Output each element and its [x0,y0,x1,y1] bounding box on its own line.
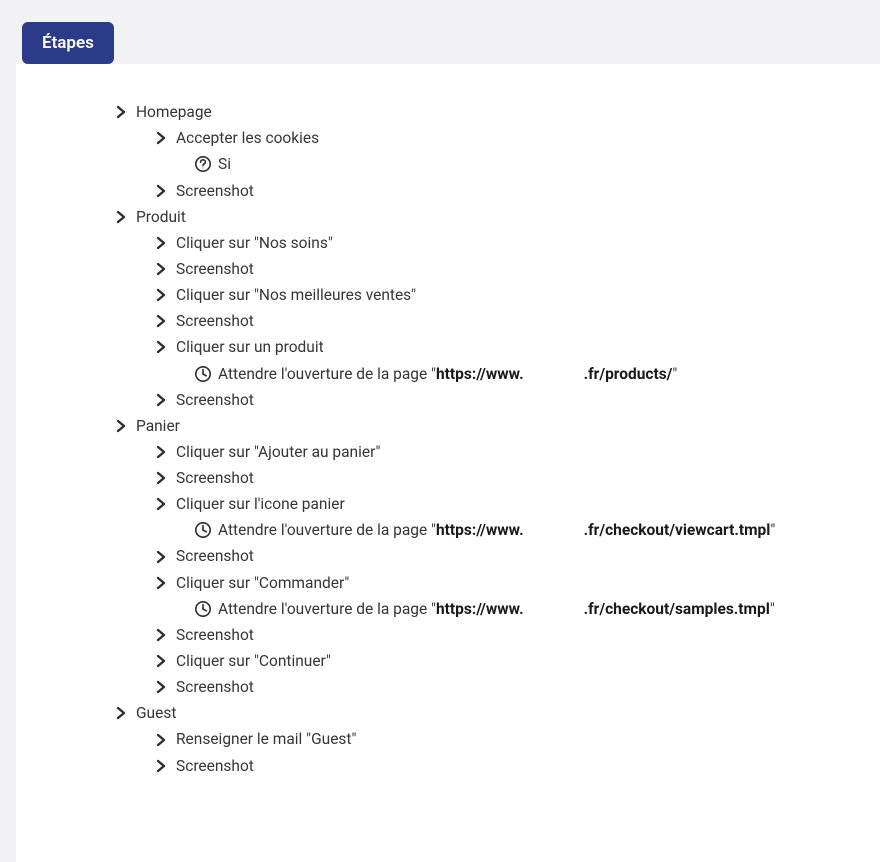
chevron-right-icon [114,105,128,119]
chevron-right-icon [154,393,168,407]
clock-icon [194,600,212,618]
step-guest[interactable]: Guest [96,703,880,723]
chevron-right-icon [154,654,168,668]
step-label: Accepter les cookies [176,128,319,148]
step-label: Screenshot [176,756,254,776]
step-label: Cliquer sur "Continuer" [176,651,331,671]
step-wait-page-products[interactable]: Attendre l'ouverture de la page "https:/… [96,364,880,384]
step-label: Screenshot [176,625,254,645]
step-accept-cookies[interactable]: Accepter les cookies [96,128,880,148]
step-wait-page-viewcart[interactable]: Attendre l'ouverture de la page "https:/… [96,520,880,540]
step-label: Attendre l'ouverture de la page "https:/… [218,520,775,540]
step-label: Screenshot [176,546,254,566]
chevron-right-icon [154,550,168,564]
step-renseigner-mail[interactable]: Renseigner le mail "Guest" [96,729,880,749]
step-label: Cliquer sur "Nos soins" [176,233,333,253]
step-label: Screenshot [176,390,254,410]
step-label: Screenshot [176,259,254,279]
chevron-right-icon [154,184,168,198]
step-label: Attendre l'ouverture de la page "https:/… [218,364,677,384]
chevron-right-icon [154,471,168,485]
clock-icon [194,365,212,383]
step-label: Produit [136,207,186,227]
step-label: Cliquer sur "Ajouter au panier" [176,442,380,462]
chevron-right-icon [114,706,128,720]
step-label: Renseigner le mail "Guest" [176,729,356,749]
chevron-right-icon [154,236,168,250]
step-click-meilleures-ventes[interactable]: Cliquer sur "Nos meilleures ventes" [96,285,880,305]
step-label: Cliquer sur l'icone panier [176,494,345,514]
step-label: Homepage [136,102,212,122]
chevron-right-icon [154,288,168,302]
step-label: Panier [136,416,180,436]
step-screenshot[interactable]: Screenshot [96,756,880,776]
step-panier[interactable]: Panier [96,416,880,436]
step-screenshot[interactable]: Screenshot [96,625,880,645]
step-screenshot[interactable]: Screenshot [96,181,880,201]
step-label: Cliquer sur un produit [176,337,324,357]
step-condition-si[interactable]: Si [96,154,880,174]
step-label: Si [218,154,231,174]
tab-label: Étapes [42,33,94,53]
step-screenshot[interactable]: Screenshot [96,390,880,410]
step-label: Cliquer sur "Commander" [176,573,349,593]
chevron-right-icon [114,210,128,224]
chevron-right-icon [154,680,168,694]
step-click-nos-soins[interactable]: Cliquer sur "Nos soins" [96,233,880,253]
chevron-right-icon [154,131,168,145]
step-label: Guest [136,703,176,723]
step-click-produit[interactable]: Cliquer sur un produit [96,337,880,357]
steps-tree: Homepage Accepter les cookies Si Screens… [16,64,880,862]
step-click-icone-panier[interactable]: Cliquer sur l'icone panier [96,494,880,514]
step-click-continuer[interactable]: Cliquer sur "Continuer" [96,651,880,671]
step-click-ajouter-panier[interactable]: Cliquer sur "Ajouter au panier" [96,442,880,462]
step-label: Screenshot [176,677,254,697]
chevron-right-icon [154,262,168,276]
chevron-right-icon [154,445,168,459]
step-label: Screenshot [176,468,254,488]
step-screenshot[interactable]: Screenshot [96,468,880,488]
tab-etapes[interactable]: Étapes [22,22,114,64]
chevron-right-icon [154,314,168,328]
chevron-right-icon [154,576,168,590]
question-icon [194,155,212,173]
step-label: Screenshot [176,311,254,331]
clock-icon [194,521,212,539]
chevron-right-icon [114,419,128,433]
chevron-right-icon [154,628,168,642]
step-screenshot[interactable]: Screenshot [96,259,880,279]
step-homepage[interactable]: Homepage [96,102,880,122]
step-screenshot[interactable]: Screenshot [96,677,880,697]
step-produit[interactable]: Produit [96,207,880,227]
step-screenshot[interactable]: Screenshot [96,546,880,566]
step-wait-page-samples[interactable]: Attendre l'ouverture de la page "https:/… [96,599,880,619]
step-label: Cliquer sur "Nos meilleures ventes" [176,285,416,305]
tab-bar: Étapes [8,8,880,64]
chevron-right-icon [154,759,168,773]
step-click-commander[interactable]: Cliquer sur "Commander" [96,573,880,593]
step-screenshot[interactable]: Screenshot [96,311,880,331]
step-label: Screenshot [176,181,254,201]
chevron-right-icon [154,497,168,511]
chevron-right-icon [154,340,168,354]
chevron-right-icon [154,733,168,747]
step-label: Attendre l'ouverture de la page "https:/… [218,599,775,619]
